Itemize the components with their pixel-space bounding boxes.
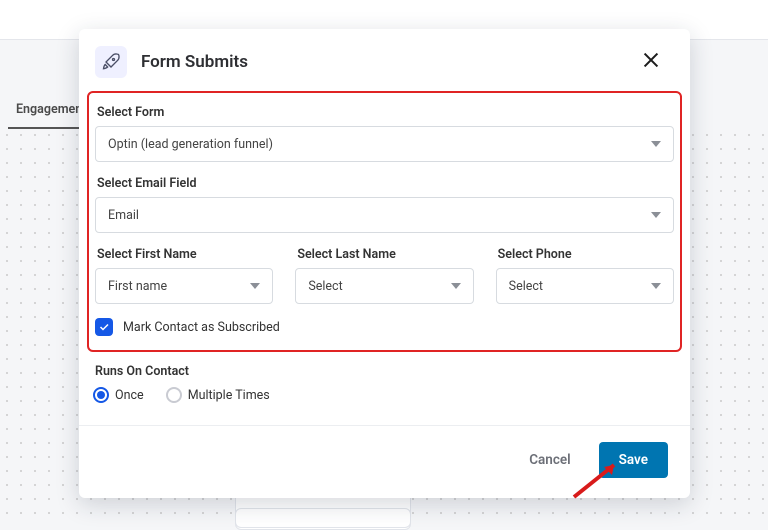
select-form-group: Select Form Optin (lead generation funne… (95, 105, 674, 162)
select-form-label: Select Form (97, 105, 674, 120)
close-icon (640, 49, 662, 71)
highlighted-config-area: Select Form Optin (lead generation funne… (87, 91, 682, 352)
phone-value: Select (509, 279, 543, 294)
select-email-dropdown[interactable]: Email (95, 197, 674, 233)
check-icon (98, 321, 110, 333)
name-phone-row: Select First Name First name Select Last… (95, 247, 674, 304)
radio-multiple[interactable]: Multiple Times (166, 387, 270, 403)
subscribed-checkbox-label: Mark Contact as Subscribed (123, 320, 280, 335)
form-submits-modal: Form Submits Select Form Optin (lead gen… (79, 29, 690, 498)
phone-label: Select Phone (498, 247, 674, 262)
chevron-down-icon (651, 283, 661, 289)
phone-group: Select Phone Select (496, 247, 674, 304)
subscribed-checkbox-row[interactable]: Mark Contact as Subscribed (95, 318, 674, 336)
runs-on-section: Runs On Contact Once Multiple Times (79, 352, 690, 407)
modal-footer: Cancel Save (79, 426, 690, 498)
last-name-dropdown[interactable]: Select (295, 268, 473, 304)
radio-once-label: Once (115, 388, 144, 403)
select-email-group: Select Email Field Email (95, 176, 674, 233)
runs-on-label: Runs On Contact (95, 364, 676, 379)
first-name-value: First name (108, 279, 167, 294)
last-name-label: Select Last Name (297, 247, 473, 262)
subscribed-checkbox[interactable] (95, 318, 113, 336)
chevron-down-icon (451, 283, 461, 289)
background-widget-2 (235, 508, 411, 528)
radio-multiple-label: Multiple Times (188, 388, 270, 403)
phone-dropdown[interactable]: Select (496, 268, 674, 304)
radio-dot-once (93, 387, 109, 403)
rocket-icon (95, 46, 127, 78)
select-form-dropdown[interactable]: Optin (lead generation funnel) (95, 126, 674, 162)
close-button[interactable] (636, 45, 666, 79)
radio-dot-multiple (166, 387, 182, 403)
last-name-group: Select Last Name Select (295, 247, 473, 304)
save-button[interactable]: Save (599, 442, 668, 478)
cancel-button[interactable]: Cancel (523, 444, 576, 476)
chevron-down-icon (250, 283, 260, 289)
first-name-group: Select First Name First name (95, 247, 273, 304)
modal-header: Form Submits (79, 29, 690, 91)
runs-on-radios: Once Multiple Times (93, 387, 676, 403)
radio-once[interactable]: Once (93, 387, 144, 403)
select-email-value: Email (108, 208, 139, 223)
last-name-value: Select (308, 279, 342, 294)
select-email-label: Select Email Field (97, 176, 674, 191)
chevron-down-icon (651, 141, 661, 147)
first-name-dropdown[interactable]: First name (95, 268, 273, 304)
first-name-label: Select First Name (97, 247, 273, 262)
modal-title: Form Submits (141, 52, 622, 72)
chevron-down-icon (651, 212, 661, 218)
select-form-value: Optin (lead generation funnel) (108, 137, 273, 152)
